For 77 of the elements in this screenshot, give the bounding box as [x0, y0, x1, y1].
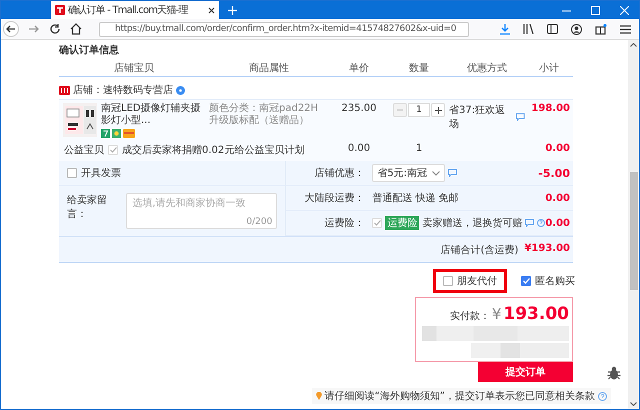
- notice-text: 请仔细阅读“海外购物须知”，提交订单表示您已同意相关条款: [324, 390, 595, 403]
- checkbox-label: 匿名购买: [535, 275, 575, 288]
- store-name[interactable]: 店铺：速特数码专营店: [73, 83, 173, 97]
- option-label: 店铺优惠：: [313, 166, 364, 180]
- scrollbar[interactable]: [628, 40, 639, 409]
- coupon-select[interactable]: 省5元:南冠: [372, 164, 446, 182]
- product-attributes: 颜色分类：南冠pad22H升级版标配（送赠品）: [209, 103, 320, 127]
- unit-price: 235.00: [342, 103, 376, 114]
- column-header: 店铺宝贝: [114, 62, 154, 75]
- store-total-amount: ¥193.00: [524, 243, 570, 256]
- checkbox[interactable]: [443, 276, 453, 286]
- submit-order-button[interactable]: 提交订单: [478, 362, 573, 382]
- payment-amount: 193.00: [503, 304, 569, 324]
- page-title: 确认订单信息: [59, 44, 119, 57]
- increase-button[interactable]: [431, 103, 445, 117]
- option-label: 大陆段运费：: [303, 192, 364, 205]
- maximize-icon[interactable]: [591, 6, 600, 14]
- scroll-up-icon[interactable]: [630, 43, 637, 47]
- product-name[interactable]: 南冠LED摄像灯辅夹摄影灯小型...: [101, 103, 209, 127]
- amount: -5.00: [538, 166, 570, 180]
- column-header: 单价: [349, 62, 369, 75]
- account-icon[interactable]: [571, 24, 582, 34]
- insurance-tag: 运费险: [385, 216, 420, 230]
- currency-symbol: ¥: [492, 305, 502, 323]
- bug-icon[interactable]: [607, 366, 621, 380]
- insurance-checkbox[interactable]: [372, 218, 382, 228]
- subtotal: 0.00: [545, 143, 571, 154]
- insurance-text: 卖家赠送，退换货可赔: [422, 216, 522, 230]
- checkbox-label: 朋友代付: [457, 275, 497, 288]
- plus-icon[interactable]: [228, 6, 237, 14]
- tab-title: 确认订单 - Tmall.com天猫-理: [68, 4, 190, 17]
- sun-badge-icon: [112, 129, 121, 138]
- store-logo-icon: [55, 5, 65, 15]
- home-icon[interactable]: [70, 23, 82, 35]
- card-badge-icon: [123, 129, 135, 138]
- address-bar[interactable]: https://buy.tmall.com/order/confirm_order.htm?x-itemid=41574827602&x-uid=0: [99, 22, 469, 36]
- library-icon[interactable]: [523, 24, 534, 34]
- quantity-field[interactable]: 1: [408, 103, 430, 117]
- download-icon[interactable]: [500, 24, 510, 34]
- charity-label: 公益宝贝: [64, 144, 104, 157]
- checkbox[interactable]: [521, 276, 531, 286]
- message-label: 给卖家留言：: [67, 194, 108, 222]
- store-total-label: 店铺合计(含运费): [440, 244, 518, 257]
- store-logo-icon: [59, 86, 70, 94]
- minus-icon: [397, 109, 403, 111]
- amount: 0.00: [545, 192, 570, 204]
- scrollbar-thumb[interactable]: [630, 172, 638, 290]
- forward-icon[interactable]: [28, 23, 40, 35]
- charity-checkbox[interactable]: [108, 145, 118, 155]
- discount-text: 省37:狂欢返场: [449, 104, 506, 131]
- column-header: 优惠方式: [467, 62, 507, 75]
- charity-description: 成交后卖家将捐赠0.02元给公益宝贝计划: [122, 144, 304, 157]
- url-text: https://buy.tmall.com/order/confirm_order.htm?x-itemid=41574827602&x-uid=0: [115, 24, 456, 34]
- reload-icon[interactable]: [49, 23, 61, 35]
- quantity: 1: [414, 143, 424, 154]
- payment-label: 实付款：: [450, 310, 490, 323]
- chat-badge-icon[interactable]: [176, 86, 185, 94]
- shipping-text: 普通配送 快递 免邮: [372, 192, 459, 205]
- sidebar-icon[interactable]: [547, 24, 558, 34]
- option-label: 运费险：: [323, 216, 364, 230]
- subtotal: 198.00: [531, 103, 571, 114]
- unit-price: 0.00: [348, 143, 370, 154]
- scroll-down-icon[interactable]: [630, 402, 637, 406]
- amount: 0.00: [545, 218, 570, 228]
- close-icon[interactable]: [208, 6, 215, 14]
- invoice-label: 开具发票: [81, 167, 121, 180]
- chevron-down-icon: [432, 170, 440, 176]
- menu-icon[interactable]: [620, 24, 631, 34]
- column-header: 数量: [409, 62, 429, 75]
- browser-tab[interactable]: 确认订单 - Tmall.com天猫-理: [51, 1, 219, 19]
- location-pin-icon: [316, 392, 322, 400]
- invoice-checkbox[interactable]: [67, 168, 77, 178]
- plus-icon: [434, 106, 442, 114]
- extensions-icon[interactable]: [595, 24, 607, 34]
- column-header: 商品属性: [249, 62, 289, 75]
- back-icon[interactable]: [3, 21, 19, 37]
- column-header: 小计: [539, 62, 559, 75]
